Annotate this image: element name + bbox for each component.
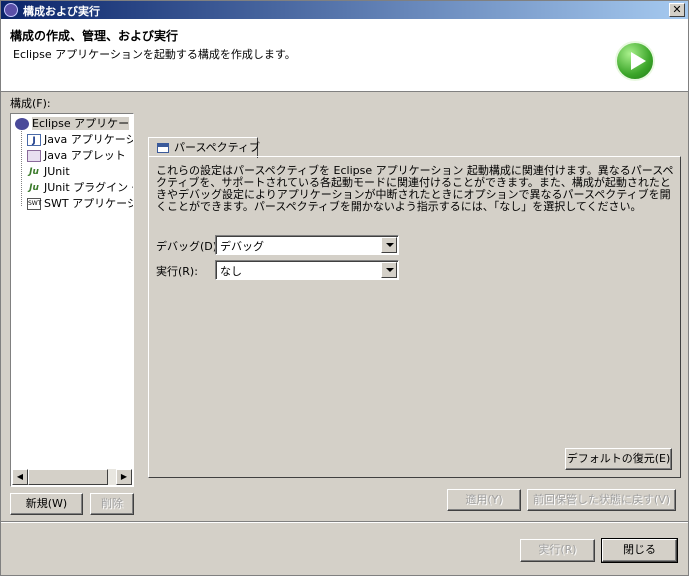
tree-item-java-app[interactable]: J Java アプリケーシ: [27, 132, 134, 148]
run-button[interactable]: 実行(R): [520, 539, 595, 562]
close-button[interactable]: 閉じる: [601, 538, 678, 563]
delete-config-button[interactable]: 削除: [90, 493, 134, 515]
debug-label: デバッグ(D):: [156, 240, 221, 253]
restore-defaults-button[interactable]: デフォルトの復元(E): [565, 448, 672, 470]
junit-plugin-icon: Ju: [29, 183, 39, 193]
tree-item-label: JUnit: [44, 165, 70, 178]
perspective-icon: [157, 143, 169, 153]
header-subtitle: Eclipse アプリケーションを起動する構成を作成します。: [13, 48, 296, 61]
horizontal-scrollbar[interactable]: ◀ ▶: [12, 469, 132, 485]
eclipse-icon: [15, 118, 29, 130]
scroll-right-icon[interactable]: ▶: [116, 469, 132, 485]
run-label: 実行(R):: [156, 265, 198, 278]
run-perspective-select[interactable]: なし: [215, 260, 399, 280]
dialog-header: 構成の作成、管理、および実行 Eclipse アプリケーションを起動する構成を作…: [1, 19, 688, 92]
close-window-button[interactable]: ✕: [669, 3, 685, 17]
junit-icon: Ju: [29, 167, 39, 177]
chevron-down-icon[interactable]: [381, 237, 397, 253]
swt-icon: SWT: [27, 198, 41, 210]
new-config-button[interactable]: 新規(W): [10, 493, 83, 515]
scroll-thumb[interactable]: [28, 469, 108, 485]
dialog-window: 構成および実行 ✕ 構成の作成、管理、および実行 Eclipse アプリケーショ…: [0, 0, 689, 576]
debug-perspective-select[interactable]: デバッグ: [215, 235, 399, 255]
window-title: 構成および実行: [23, 5, 100, 18]
tree-item-label: SWT アプリケーシ: [44, 197, 134, 210]
eclipse-window-icon: [4, 3, 18, 17]
configuration-tree[interactable]: Eclipse アプリケー J Java アプリケーシ Java アプレット Ju…: [10, 113, 134, 487]
tab-perspective[interactable]: パースペクティブ: [148, 137, 261, 158]
tree-item-label: Eclipse アプリケー: [32, 117, 130, 130]
description-text: これらの設定はパースペクティブを Eclipse アプリケーション 起動構成に関…: [156, 164, 674, 213]
apply-button[interactable]: 適用(Y): [447, 489, 521, 511]
tab-label: パースペクティブ: [174, 141, 261, 154]
chevron-down-icon[interactable]: [381, 262, 397, 278]
tree-item-java-applet[interactable]: Java アプレット: [27, 148, 126, 164]
revert-button[interactable]: 前回保管した状態に戻す(V): [527, 489, 676, 511]
tree-item-label: Java アプリケーシ: [44, 133, 134, 146]
debug-select-value: デバッグ: [220, 240, 264, 253]
title-bar: 構成および実行 ✕: [1, 1, 688, 19]
separator: [1, 521, 688, 523]
tree-item-junit[interactable]: Ju JUnit: [27, 164, 70, 180]
tree-item-label: JUnit プラグイン・: [44, 181, 134, 194]
run-banner-icon: [615, 41, 655, 81]
configurations-label: 構成(F):: [10, 97, 51, 110]
tree-item-junit-plugin[interactable]: Ju JUnit プラグイン・: [27, 180, 134, 196]
scroll-left-icon[interactable]: ◀: [12, 469, 28, 485]
header-title: 構成の作成、管理、および実行: [10, 29, 179, 43]
java-app-icon: J: [27, 134, 41, 146]
tree-item-label: Java アプレット: [44, 149, 126, 162]
java-applet-icon: [27, 150, 41, 162]
run-select-value: なし: [220, 265, 242, 278]
tree-item-eclipse-app[interactable]: Eclipse アプリケー: [15, 116, 130, 132]
tree-item-swt-app[interactable]: SWT SWT アプリケーシ: [27, 196, 134, 212]
